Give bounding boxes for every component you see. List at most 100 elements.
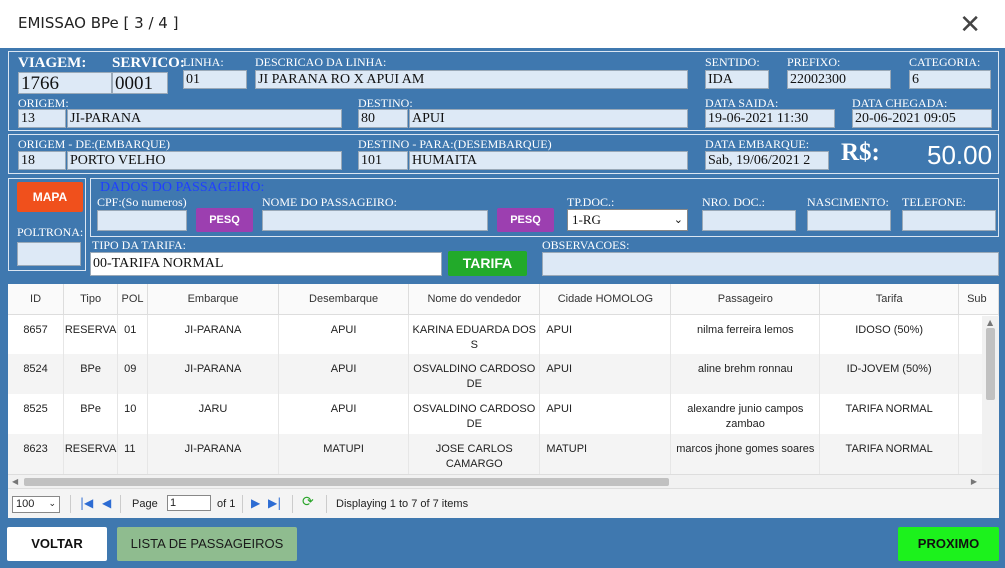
nascimento-field[interactable] (807, 210, 891, 231)
tpdoc-select[interactable]: 1-RG ⌄ (567, 209, 688, 231)
pager-separator (70, 495, 71, 513)
table-row[interactable]: 8657 RESERVA 01 JI-PARANA APUI KARINA EDUARDA… (8, 314, 999, 354)
data-embarque-field[interactable]: Sab, 19/06/2021 2 (705, 151, 829, 170)
page-size-select[interactable]: 100 ⌄ (12, 496, 60, 513)
origem-de-label: ORIGEM - DE:(EMBARQUE) (18, 137, 170, 151)
column-header[interactable]: Sub (958, 284, 999, 315)
last-page-icon[interactable]: ▶| (268, 496, 281, 510)
passengers-grid: ID Tipo POL Embarque Desembarque Nome do vend… (8, 284, 999, 518)
table-cell: BPe (63, 394, 119, 434)
table-row[interactable]: 8525 BPe 10 JARU APUI OSVALDINO CARDOSO DE APU… (8, 394, 999, 434)
nrodoc-field[interactable] (702, 210, 796, 231)
cpf-label: CPF:(So numeros) (97, 195, 187, 209)
boarding-panel: ORIGEM - DE:(EMBARQUE) 18 PORTO VELHO DE… (8, 134, 999, 174)
descricao-field[interactable]: JI PARANA RO X APUI AM (255, 70, 688, 89)
column-header[interactable]: Tarifa (819, 284, 960, 315)
servico-field[interactable]: 0001 (112, 72, 168, 94)
mapa-button[interactable]: MAPA (17, 182, 83, 212)
table-cell: OSVALDINO CARDOSO DE (408, 394, 541, 434)
table-cell: 8525 (8, 394, 65, 434)
price-symbol: R$: (841, 139, 880, 166)
data-chegada-field[interactable]: 20-06-2021 09:05 (852, 109, 992, 128)
table-row[interactable]: 8623 RESERVA 11 JI-PARANA MATUPI JOSE CARLOS … (8, 434, 999, 474)
vertical-scroll-thumb[interactable] (986, 328, 995, 400)
prev-page-icon[interactable]: ◀ (102, 496, 111, 510)
refresh-icon[interactable]: ⟳ (302, 494, 314, 510)
destino-code-field[interactable]: 80 (358, 109, 408, 128)
proximo-button[interactable]: PROXIMO (898, 527, 999, 561)
column-header[interactable]: Cidade HOMOLOG (539, 284, 672, 315)
telefone-label: TELEFONE: (902, 195, 966, 209)
page-number-input[interactable]: 1 (167, 495, 211, 511)
viagem-label: VIAGEM: (18, 55, 87, 71)
pager-separator (326, 495, 327, 513)
sentido-field[interactable]: IDA (705, 70, 769, 89)
passengers-table: ID Tipo POL Embarque Desembarque Nome do vend… (8, 284, 999, 474)
table-cell: 8524 (8, 354, 65, 394)
prefixo-field[interactable]: 22002300 (787, 70, 891, 89)
column-header[interactable]: ID (8, 284, 65, 315)
pager-separator (120, 495, 121, 513)
origem-name-field[interactable]: JI-PARANA (67, 109, 342, 128)
pesq-cpf-button[interactable]: PESQ (196, 208, 253, 232)
horizontal-scrollbar[interactable]: ◀ ▶ (8, 474, 999, 488)
cpf-field[interactable] (97, 210, 187, 231)
tarifa-tipo-field[interactable]: 00-TARIFA NORMAL (90, 252, 442, 276)
column-header[interactable]: Embarque (147, 284, 279, 315)
table-row[interactable]: 8524 BPe 09 JI-PARANA APUI OSVALDINO CARDOSO … (8, 354, 999, 394)
table-cell: JARU (147, 394, 279, 434)
column-header[interactable]: Desembarque (278, 284, 410, 315)
chevron-down-icon: ⌄ (673, 213, 683, 226)
linha-field[interactable]: 01 (183, 70, 247, 89)
column-header[interactable]: POL (117, 284, 148, 315)
observacoes-label: OBSERVACOES: (542, 238, 630, 252)
table-cell: APUI (278, 354, 410, 394)
pesq-nome-button[interactable]: PESQ (497, 208, 554, 232)
table-cell: MATUPI (539, 434, 672, 474)
first-page-icon[interactable]: |◀ (80, 496, 93, 510)
table-cell: TARIFA NORMAL (819, 394, 960, 434)
pager-status: Displaying 1 to 7 of 7 items (336, 498, 469, 510)
tarifa-button[interactable]: TARIFA (448, 251, 527, 276)
dialog-title: EMISSAO BPe [ 3 / 4 ] (18, 14, 179, 32)
scroll-right-icon[interactable]: ▶ (971, 477, 977, 486)
observacoes-field[interactable] (542, 252, 999, 276)
voltar-button[interactable]: VOLTAR (7, 527, 107, 561)
scroll-left-icon[interactable]: ◀ (12, 477, 18, 486)
table-cell: 09 (117, 354, 148, 394)
table-cell: KARINA EDUARDA DOS S (408, 314, 541, 354)
page-label: Page (132, 498, 158, 510)
destino-para-code-field[interactable]: 101 (358, 151, 408, 170)
vertical-scrollbar[interactable]: ▲ (982, 316, 999, 476)
page-size-value: 100 (16, 498, 35, 510)
tarifa-tipo-label: TIPO DA TARIFA: (92, 238, 186, 252)
close-icon[interactable]: ✕ (959, 10, 981, 40)
dialog-titlebar: EMISSAO BPe [ 3 / 4 ] ✕ (0, 0, 1005, 48)
passenger-section-title: DADOS DO PASSAGEIRO: (100, 180, 265, 195)
origem-de-code-field[interactable]: 18 (18, 151, 66, 170)
next-page-icon[interactable]: ▶ (251, 496, 260, 510)
horizontal-scroll-thumb[interactable] (24, 478, 669, 486)
table-cell: JI-PARANA (147, 354, 279, 394)
poltrona-field[interactable] (17, 242, 81, 266)
scroll-up-icon[interactable]: ▲ (987, 318, 993, 327)
table-cell: MATUPI (278, 434, 410, 474)
table-cell: ID-JOVEM (50%) (819, 354, 960, 394)
telefone-field[interactable] (902, 210, 996, 231)
price-value: 50.00 (927, 140, 993, 170)
column-header[interactable]: Tipo (63, 284, 119, 315)
viagem-field[interactable]: 1766 (18, 72, 112, 94)
pager-separator (292, 495, 293, 513)
nome-field[interactable] (262, 210, 488, 231)
destino-para-name-field[interactable]: HUMAITA (409, 151, 688, 170)
column-header[interactable]: Passageiro (670, 284, 821, 315)
categoria-field[interactable]: 6 (909, 70, 991, 89)
column-header[interactable]: Nome do vendedor (408, 284, 541, 315)
destino-name-field[interactable]: APUI (409, 109, 688, 128)
table-cell: APUI (278, 394, 410, 434)
origem-de-name-field[interactable]: PORTO VELHO (67, 151, 342, 170)
data-saida-field[interactable]: 19-06-2021 11:30 (705, 109, 835, 128)
origem-code-field[interactable]: 13 (18, 109, 66, 128)
table-cell: APUI (539, 394, 672, 434)
lista-passageiros-button[interactable]: LISTA DE PASSAGEIROS (117, 527, 297, 561)
